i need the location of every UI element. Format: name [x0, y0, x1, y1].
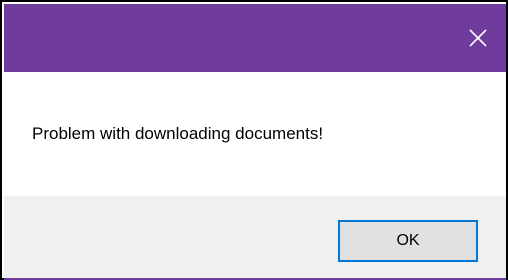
close-button[interactable]	[450, 4, 506, 72]
close-icon	[469, 29, 487, 47]
ok-button[interactable]: OK	[338, 220, 478, 262]
title-bar	[4, 4, 506, 72]
error-message: Problem with downloading documents!	[32, 124, 324, 143]
message-dialog: Problem with downloading documents! OK	[0, 0, 508, 280]
dialog-content: Problem with downloading documents!	[4, 72, 506, 196]
dialog-footer: OK	[4, 196, 506, 278]
